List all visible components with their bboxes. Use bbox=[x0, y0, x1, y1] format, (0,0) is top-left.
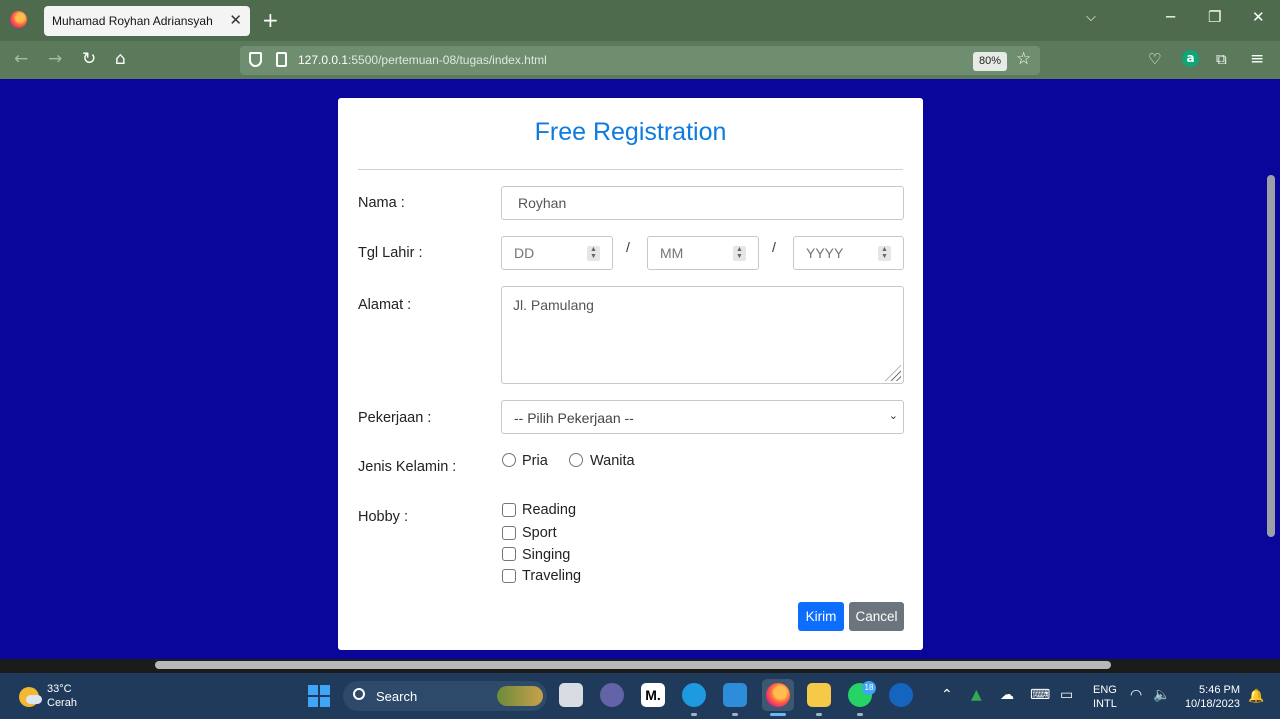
taskbar: 33°C Cerah Search M. 18 ⌃ ▲ ☁ ⌨ ▭ ENG INT… bbox=[0, 673, 1280, 719]
day-stepper-icon[interactable]: ▲ ▼ bbox=[587, 246, 600, 261]
checkbox-reading[interactable] bbox=[502, 503, 516, 517]
task-view-icon[interactable] bbox=[559, 683, 583, 707]
display-icon[interactable]: ▭ bbox=[1060, 687, 1073, 703]
firefox-icon[interactable] bbox=[766, 683, 790, 707]
tab-bar: Muhamad Royhan Adriansyah ✕ + ⌵ ─ ❐ ✕ bbox=[0, 0, 1280, 41]
alamat-label: Alamat : bbox=[358, 297, 412, 313]
alamat-field[interactable]: Jl. Pamulang bbox=[501, 286, 904, 384]
extension-a-icon[interactable]: a bbox=[1182, 50, 1199, 67]
back-icon[interactable]: ← bbox=[14, 49, 28, 69]
pocket-icon[interactable]: ♡ bbox=[1148, 49, 1161, 69]
search-label: Search bbox=[376, 689, 418, 704]
edge-icon[interactable] bbox=[682, 683, 706, 707]
nav-bar: ← → ↻ ⌂ 127.0.0.1:5500/pertemuan-08/tuga… bbox=[0, 41, 1280, 79]
tgl-lahir-label: Tgl Lahir : bbox=[358, 245, 423, 261]
radio-wanita-label[interactable]: Wanita bbox=[590, 453, 635, 469]
date-separator: / bbox=[772, 239, 776, 255]
month-stepper-icon[interactable]: ▲ ▼ bbox=[733, 246, 746, 261]
hobby-label: Hobby : bbox=[358, 509, 408, 525]
url-text[interactable]: 127.0.0.1:5500/pertemuan-08/tugas/index.… bbox=[298, 53, 547, 67]
zoom-level[interactable]: 80% bbox=[973, 52, 1008, 71]
google-drive-icon[interactable]: ▲ bbox=[971, 687, 982, 703]
extensions-icon[interactable]: ⧉ bbox=[1216, 49, 1227, 69]
nama-input[interactable] bbox=[502, 187, 903, 219]
minimize-icon[interactable]: ─ bbox=[1166, 8, 1175, 26]
firefox-running-dot bbox=[770, 713, 786, 716]
explorer-running-dot bbox=[816, 713, 822, 716]
radio-pria-label[interactable]: Pria bbox=[522, 453, 548, 469]
alamat-textarea[interactable]: Jl. Pamulang bbox=[502, 287, 903, 383]
volume-icon[interactable]: 🔈 bbox=[1153, 687, 1170, 703]
nama-field[interactable] bbox=[501, 186, 904, 220]
chevron-down-icon[interactable]: ⌵ bbox=[1086, 10, 1096, 25]
pekerjaan-select[interactable]: -- Pilih Pekerjaan -- ⌄ bbox=[501, 400, 904, 434]
taskbar-search[interactable]: Search bbox=[343, 681, 547, 711]
windows-start-icon[interactable] bbox=[308, 685, 330, 707]
file-explorer-icon[interactable] bbox=[807, 683, 831, 707]
browser-tab[interactable]: Muhamad Royhan Adriansyah ✕ bbox=[44, 6, 250, 36]
keyboard-icon[interactable]: ⌨ bbox=[1030, 687, 1050, 703]
whatsapp-badge: 18 bbox=[862, 681, 876, 695]
registration-card: Free Registration Nama : Tgl Lahir : ▲▼ … bbox=[338, 98, 923, 650]
weather-temperature[interactable]: 33°C bbox=[47, 683, 72, 695]
month-field[interactable]: ▲▼ bbox=[647, 236, 759, 270]
home-icon[interactable]: ⌂ bbox=[115, 49, 126, 69]
radio-pria[interactable] bbox=[502, 453, 516, 467]
tab-title: Muhamad Royhan Adriansyah bbox=[52, 14, 213, 28]
reload-icon[interactable]: ↻ bbox=[82, 49, 96, 69]
form-title: Free Registration bbox=[534, 118, 727, 146]
checkbox-traveling[interactable] bbox=[502, 569, 516, 583]
radio-wanita[interactable] bbox=[569, 453, 583, 467]
jenis-kelamin-label: Jenis Kelamin : bbox=[358, 459, 457, 475]
notification-bell-icon[interactable]: 🔔 bbox=[1248, 689, 1264, 704]
cancel-button[interactable]: Cancel bbox=[849, 602, 904, 631]
weather-cloud-icon bbox=[26, 695, 42, 704]
shield-icon[interactable] bbox=[249, 52, 262, 67]
firefox-icon[interactable] bbox=[10, 11, 27, 28]
maps-icon[interactable] bbox=[889, 683, 913, 707]
new-tab-icon[interactable]: + bbox=[262, 8, 279, 32]
cloud-icon[interactable]: ☁ bbox=[1000, 687, 1014, 703]
year-field[interactable]: ▲▼ bbox=[793, 236, 904, 270]
close-window-icon[interactable]: ✕ bbox=[1252, 8, 1265, 26]
pekerjaan-selected: -- Pilih Pekerjaan -- bbox=[514, 410, 634, 426]
page-icon[interactable] bbox=[276, 52, 287, 67]
vscode-icon[interactable] bbox=[723, 683, 747, 707]
whatsapp-running-dot bbox=[857, 713, 863, 716]
pekerjaan-label: Pekerjaan : bbox=[358, 410, 432, 426]
restore-icon[interactable]: ❐ bbox=[1208, 8, 1221, 26]
edge-running-dot bbox=[691, 713, 697, 716]
divider bbox=[358, 169, 903, 170]
checkbox-singing[interactable] bbox=[502, 547, 516, 561]
search-icon bbox=[353, 688, 365, 700]
bookmark-star-icon[interactable]: ☆ bbox=[1016, 49, 1031, 69]
horizontal-scrollbar[interactable] bbox=[155, 661, 1111, 669]
checkbox-sport[interactable] bbox=[502, 526, 516, 540]
kirim-button[interactable]: Kirim bbox=[798, 602, 844, 631]
wifi-icon[interactable]: ◠ bbox=[1130, 687, 1142, 703]
vscode-running-dot bbox=[732, 713, 738, 716]
language-indicator[interactable]: ENG INTL bbox=[1093, 683, 1117, 711]
weather-description[interactable]: Cerah bbox=[47, 697, 77, 709]
date-separator: / bbox=[626, 239, 630, 255]
checkbox-sport-label[interactable]: Sport bbox=[522, 525, 557, 541]
clock[interactable]: 5:46 PM 10/18/2023 bbox=[1180, 683, 1240, 711]
forward-icon[interactable]: → bbox=[48, 49, 62, 69]
nama-label: Nama : bbox=[358, 195, 405, 211]
checkbox-traveling-label[interactable]: Traveling bbox=[522, 568, 581, 584]
day-field[interactable]: ▲▼ bbox=[501, 236, 613, 270]
close-tab-icon[interactable]: ✕ bbox=[229, 11, 242, 29]
menu-icon[interactable]: ≡ bbox=[1250, 49, 1264, 69]
vertical-scrollbar[interactable] bbox=[1267, 175, 1275, 537]
teams-icon[interactable] bbox=[600, 683, 624, 707]
medium-icon[interactable]: M. bbox=[641, 683, 665, 707]
address-bar[interactable]: 127.0.0.1:5500/pertemuan-08/tugas/index.… bbox=[240, 46, 1040, 75]
chevron-down-icon[interactable]: ⌄ bbox=[889, 409, 898, 422]
search-highlight-image bbox=[497, 686, 543, 706]
show-hidden-icons[interactable]: ⌃ bbox=[941, 687, 953, 703]
year-stepper-icon[interactable]: ▲ ▼ bbox=[878, 246, 891, 261]
checkbox-reading-label[interactable]: Reading bbox=[522, 502, 576, 518]
checkbox-singing-label[interactable]: Singing bbox=[522, 547, 570, 563]
